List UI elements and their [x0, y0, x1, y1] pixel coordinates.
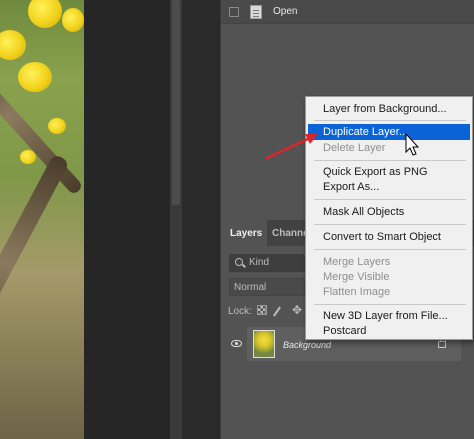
- tab-layers[interactable]: Layers: [221, 220, 267, 246]
- flower: [28, 0, 62, 28]
- menu-separator: [314, 249, 466, 250]
- canvas-background: [84, 0, 170, 439]
- brush-icon[interactable]: [273, 306, 281, 317]
- menu-item-merge-visible[interactable]: Merge Visible: [308, 269, 470, 285]
- flower: [18, 62, 52, 92]
- flower: [62, 8, 84, 32]
- menu-item-new-3d-layer-from-file[interactable]: New 3D Layer from File...: [308, 308, 470, 324]
- layer-filter-label: Kind: [249, 257, 270, 268]
- tab-channels[interactable]: Channe: [267, 220, 309, 246]
- menu-separator: [314, 199, 466, 200]
- canvas-image[interactable]: [0, 0, 84, 439]
- menu-separator: [314, 120, 466, 121]
- layer-context-menu: Layer from Background... Duplicate Layer…: [305, 96, 473, 340]
- menu-item-convert-to-smart-object[interactable]: Convert to Smart Object: [308, 229, 470, 245]
- panel-gutter: [182, 0, 220, 439]
- checkerboard-icon[interactable]: [257, 305, 267, 315]
- photoshop-window: Open Layers Channe Kind Normal Lock: ✥ B…: [0, 0, 474, 439]
- menu-separator: [314, 224, 466, 225]
- layer-filter-select[interactable]: Kind: [229, 254, 305, 272]
- menu-item-flatten-image[interactable]: Flatten Image: [308, 284, 470, 300]
- layer-name[interactable]: Background: [283, 340, 331, 350]
- menu-item-duplicate-layer[interactable]: Duplicate Layer...: [308, 124, 470, 140]
- search-icon: [235, 258, 243, 266]
- lock-icon[interactable]: [438, 337, 446, 348]
- menu-item-mask-all-objects[interactable]: Mask All Objects: [308, 204, 470, 220]
- lock-label: Lock:: [228, 306, 252, 317]
- menu-item-layer-from-background[interactable]: Layer from Background...: [308, 101, 470, 117]
- wood-branch: [0, 153, 70, 339]
- blend-mode-label: Normal: [234, 282, 267, 293]
- flower: [0, 30, 26, 60]
- history-item[interactable]: Open: [221, 0, 474, 24]
- menu-item-delete-layer[interactable]: Delete Layer: [308, 140, 470, 156]
- eye-icon[interactable]: [231, 340, 242, 347]
- layer-thumbnail[interactable]: [253, 330, 275, 358]
- menu-separator: [314, 160, 466, 161]
- menu-item-quick-export-png[interactable]: Quick Export as PNG: [308, 164, 470, 180]
- document-icon: [250, 5, 262, 19]
- menu-item-export-as[interactable]: Export As...: [308, 179, 470, 195]
- blend-mode-select[interactable]: Normal: [229, 278, 305, 296]
- history-snapshot-checkbox[interactable]: [229, 7, 239, 17]
- menu-item-merge-layers[interactable]: Merge Layers: [308, 254, 470, 270]
- menu-separator: [314, 304, 466, 305]
- move-icon[interactable]: ✥: [292, 304, 302, 316]
- canvas-scrollbar-thumb[interactable]: [172, 0, 180, 205]
- history-item-label: Open: [273, 6, 298, 17]
- menu-item-postcard[interactable]: Postcard: [308, 323, 470, 339]
- flower: [48, 118, 66, 134]
